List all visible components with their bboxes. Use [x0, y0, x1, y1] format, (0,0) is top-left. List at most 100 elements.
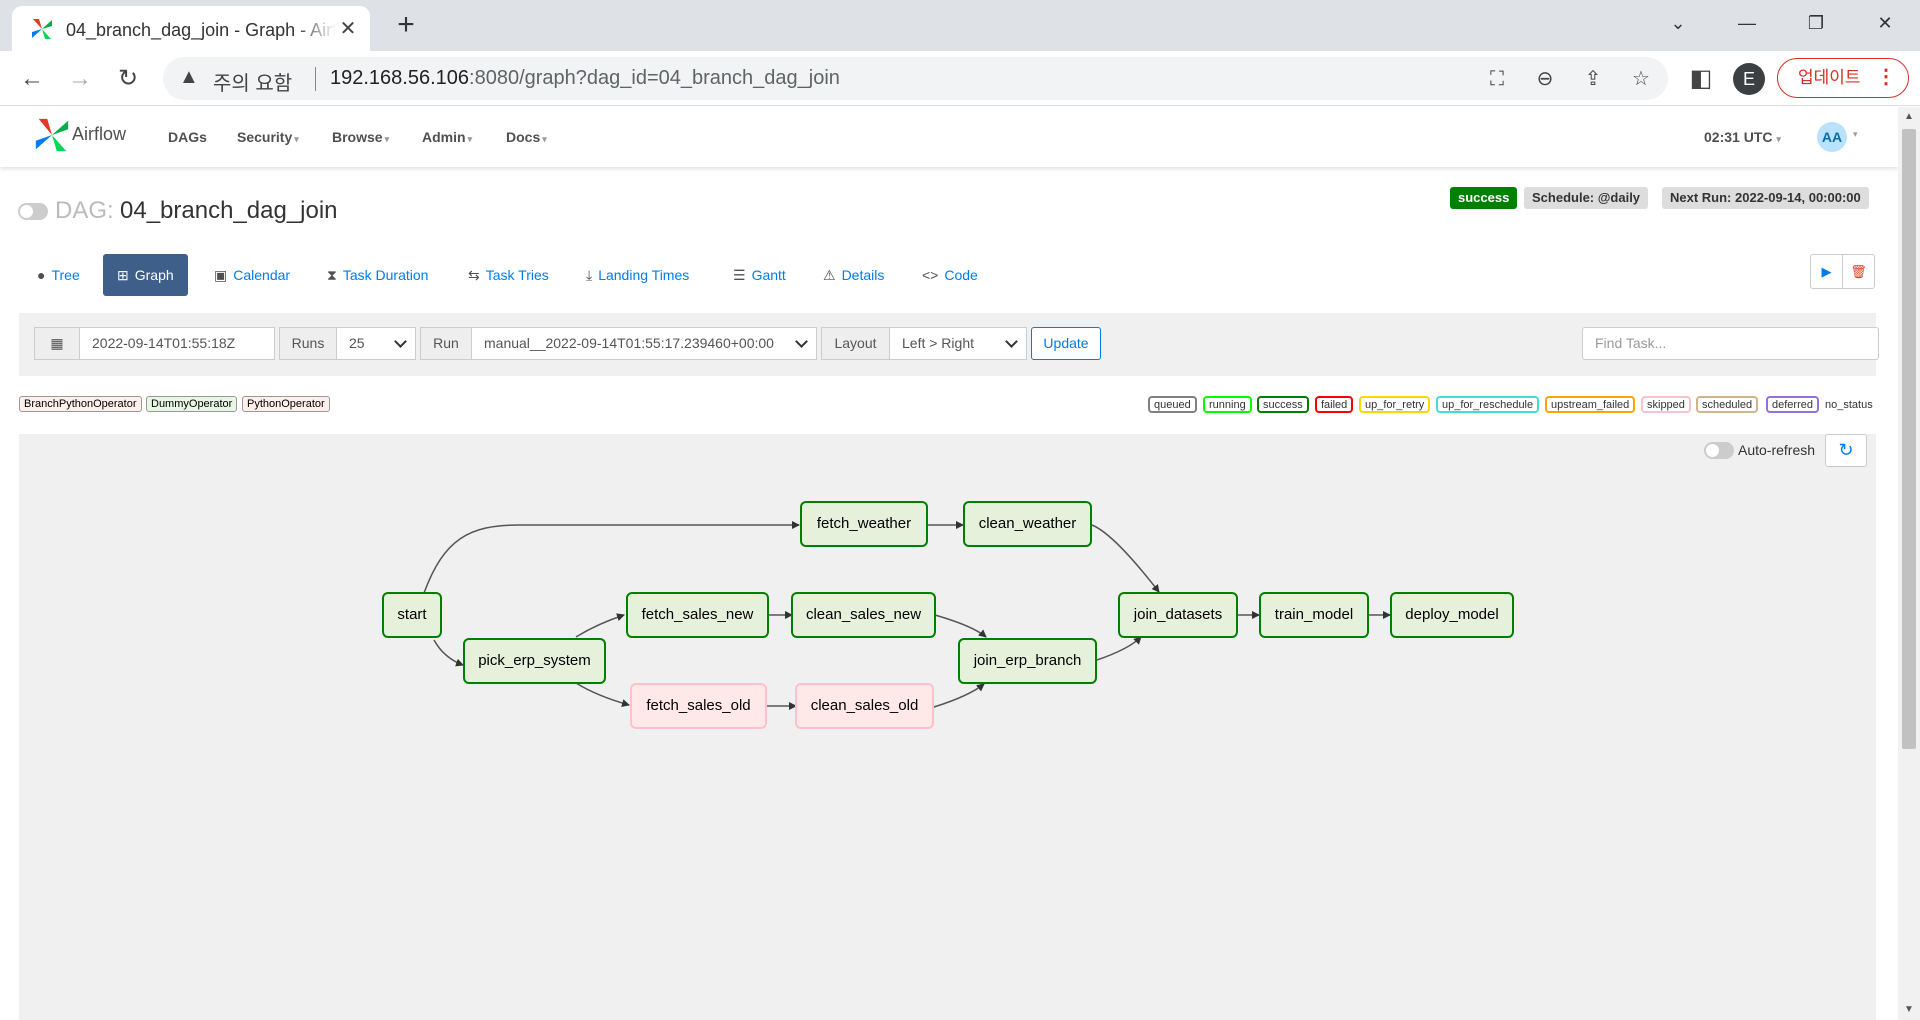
nav-docs[interactable]: Docs ▾	[506, 129, 547, 145]
tab-gantt[interactable]: ☰ Gantt	[719, 254, 800, 296]
state-legend-skipped: skipped	[1641, 396, 1691, 413]
reload-icon[interactable]: ↻	[112, 63, 144, 95]
zoom-icon[interactable]: ⊖	[1531, 65, 1559, 93]
airflow-favicon-icon	[32, 19, 52, 39]
hourglass-icon: ⧗	[327, 267, 337, 283]
tab-search-icon[interactable]: ⌄	[1658, 8, 1698, 38]
edge-pick-erp-fetch-sales-new	[575, 613, 625, 638]
tab-graph[interactable]: ⊞ Graph	[103, 254, 188, 296]
more-menu-icon: ⋮	[1876, 66, 1896, 88]
nav-security[interactable]: Security ▾	[237, 129, 299, 145]
task-node-fetch-sales-old[interactable]: fetch_sales_old	[630, 683, 767, 729]
state-legend-up-for-reschedule: up_for_reschedule	[1436, 396, 1540, 413]
task-node-clean-sales-new[interactable]: clean_sales_new	[791, 592, 936, 638]
scroll-down-icon[interactable]: ▼	[1898, 1000, 1920, 1020]
dag-pause-toggle[interactable]	[18, 203, 48, 220]
update-button[interactable]: Update	[1031, 327, 1101, 360]
graph-edges	[423, 521, 1391, 710]
restore-icon[interactable]: ❐	[1796, 8, 1836, 38]
find-task-input[interactable]: Find Task...	[1582, 327, 1879, 360]
next-run-badge: Next Run: 2022-09-14, 00:00:00	[1662, 187, 1869, 209]
landing-icon: ⤓	[586, 267, 593, 283]
browser-update-button[interactable]: 업데이트 ⋮	[1777, 58, 1909, 98]
close-tab-icon[interactable]: ✕	[336, 17, 360, 41]
address-bar[interactable]: ▲ 주의 요함 192.168.56.106:8080/graph?dag_id…	[163, 57, 1668, 100]
page-scrollbar[interactable]: ▲ ▼	[1898, 107, 1920, 1020]
delete-dag-trash-icon[interactable]: 🗑	[1842, 254, 1875, 289]
details-icon: ⚠	[823, 267, 836, 283]
task-node-clean-weather[interactable]: clean_weather	[963, 501, 1092, 547]
edge-clean-sales-new-join-erp	[934, 614, 987, 638]
back-icon[interactable]: ←	[16, 63, 48, 95]
minimize-icon[interactable]: —	[1727, 8, 1767, 38]
layout-label: Layout	[821, 327, 890, 360]
runs-label: Runs	[279, 327, 337, 360]
task-node-deploy-model[interactable]: deploy_model	[1390, 592, 1514, 638]
profile-avatar[interactable]: E	[1733, 63, 1765, 95]
graph-icon: ⊞	[117, 267, 129, 283]
bookmark-star-icon[interactable]: ☆	[1627, 65, 1655, 93]
url-text[interactable]: 192.168.56.106:8080/graph?dag_id=04_bran…	[330, 67, 840, 90]
state-legend-deferred: deferred	[1766, 396, 1819, 413]
task-node-start[interactable]: start	[382, 592, 442, 638]
state-legend-upstream-failed: upstream_failed	[1545, 396, 1636, 413]
security-warning[interactable]: 주의 요함	[213, 67, 292, 96]
airflow-logo-icon[interactable]	[33, 116, 71, 154]
edge-pick-erp-fetch-sales-old	[575, 682, 630, 707]
nav-browse[interactable]: Browse ▾	[332, 129, 389, 145]
tab-landing-times[interactable]: ⤓ Landing Times	[572, 254, 703, 296]
task-node-fetch-sales-new[interactable]: fetch_sales_new	[626, 592, 769, 638]
scrollbar-thumb[interactable]	[1902, 129, 1916, 749]
dag-label: DAG:	[55, 197, 114, 224]
utc-clock[interactable]: 02:31 UTC ▾	[1704, 129, 1781, 145]
browser-tab[interactable]: 04_branch_dag_join - Graph - Airflow ✕	[12, 6, 370, 51]
calendar-picker-icon[interactable]: ▦	[34, 327, 80, 360]
task-node-train-model[interactable]: train_model	[1259, 592, 1369, 638]
new-tab-icon[interactable]: +	[390, 10, 422, 42]
tab-task-tries[interactable]: ⇆ Task Tries	[454, 254, 563, 296]
share-icon[interactable]: ⇪	[1579, 65, 1607, 93]
graph-controls: ▦ 2022-09-14T01:55:18Z Runs 25 Run manua…	[19, 313, 1879, 376]
edge-clean-sales-old-join-erp	[933, 683, 985, 708]
base-date-input[interactable]: 2022-09-14T01:55:18Z	[79, 327, 275, 360]
state-legend-no-status: no_status	[1819, 396, 1879, 413]
user-avatar[interactable]: AA	[1817, 122, 1847, 152]
operator-legend-dummy: DummyOperator	[146, 396, 238, 412]
tab-calendar[interactable]: ▣ Calendar	[200, 254, 304, 296]
state-legend-queued: queued	[1148, 396, 1197, 413]
operator-legend-branch: BranchPythonOperator	[19, 396, 142, 412]
nav-admin[interactable]: Admin ▾	[422, 129, 472, 145]
state-legend-up-for-retry: up_for_retry	[1359, 396, 1431, 413]
tree-icon: ●	[37, 267, 46, 283]
edge-start-pick-erp	[433, 639, 464, 667]
runs-select[interactable]: 25	[336, 327, 416, 360]
gantt-icon: ☰	[733, 267, 746, 283]
nav-dags[interactable]: DAGs	[168, 129, 207, 145]
dag-title: 04_branch_dag_join	[120, 197, 338, 224]
forward-icon[interactable]: →	[64, 63, 96, 95]
dag-status-badge: success	[1450, 187, 1518, 209]
edge-clean-weather-join-datasets	[1091, 524, 1160, 593]
task-node-join-erp-branch[interactable]: join_erp_branch	[958, 638, 1097, 684]
task-node-pick-erp-system[interactable]: pick_erp_system	[463, 638, 606, 684]
task-node-fetch-weather[interactable]: fetch_weather	[800, 501, 928, 547]
operator-legend-python: PythonOperator	[242, 396, 330, 412]
scroll-up-icon[interactable]: ▲	[1898, 107, 1920, 127]
schedule-badge: Schedule: @daily	[1524, 187, 1649, 209]
tab-task-duration[interactable]: ⧗ Task Duration	[313, 254, 442, 296]
task-node-clean-sales-old[interactable]: clean_sales_old	[795, 683, 934, 729]
airflow-brand[interactable]: Airflow	[72, 124, 126, 145]
graph-canvas[interactable]: Auto-refresh ↻ start pick_erp_system fet…	[19, 434, 1876, 1020]
tab-details[interactable]: ⚠ Details	[809, 254, 898, 296]
tab-tree[interactable]: ● Tree	[23, 254, 94, 296]
translate-icon[interactable]: ⛶	[1483, 65, 1511, 93]
side-panel-icon[interactable]: ◧	[1685, 63, 1717, 95]
trigger-dag-play-icon[interactable]: ▶	[1810, 254, 1843, 289]
task-node-join-datasets[interactable]: join_datasets	[1118, 592, 1238, 638]
edge-join-erp-join-datasets	[1096, 636, 1142, 661]
tab-code[interactable]: <> Code	[908, 254, 992, 296]
user-menu-caret-icon[interactable]: ▾	[1853, 129, 1858, 140]
run-select[interactable]: manual__2022-09-14T01:55:17.239460+00:00	[471, 327, 817, 360]
close-window-icon[interactable]: ✕	[1865, 8, 1905, 38]
layout-select[interactable]: Left > Right	[889, 327, 1027, 360]
